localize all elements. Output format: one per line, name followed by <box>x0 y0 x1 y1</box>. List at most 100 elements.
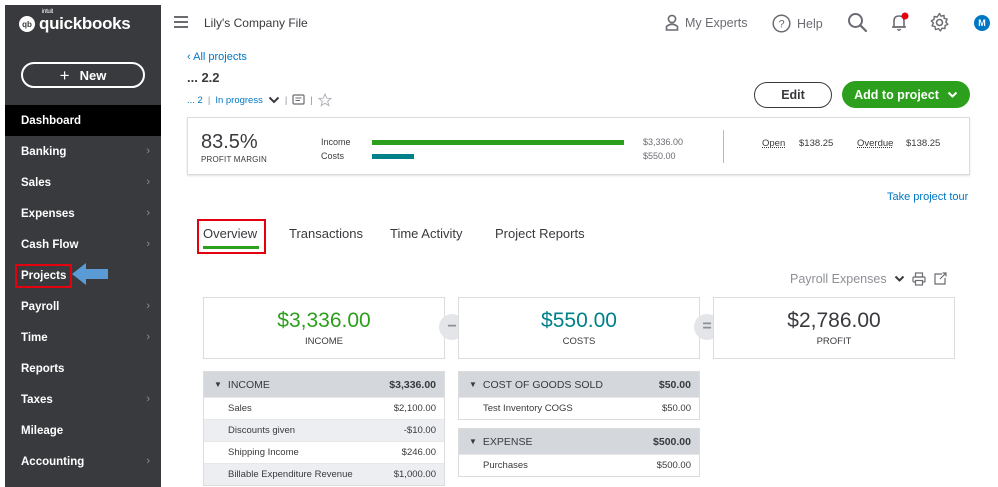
my-experts-label: My Experts <box>685 15 748 30</box>
settings-gear-icon[interactable] <box>929 12 950 33</box>
notifications-icon[interactable] <box>890 12 910 33</box>
chevron-right-icon: › <box>146 300 150 312</box>
income-header-total: $3,336.00 <box>389 378 436 391</box>
table-row[interactable]: Sales $2,100.00 <box>204 397 444 419</box>
sidebar-item-dashboard[interactable]: Dashboard <box>5 105 161 136</box>
notes-icon[interactable] <box>292 94 305 106</box>
collapse-caret-icon: ▼ <box>469 437 477 446</box>
user-avatar[interactable]: M <box>974 15 990 31</box>
cogs-accounts-table: ▼ COST OF GOODS SOLD $50.00 Test Inventor… <box>458 371 700 420</box>
cogs-table-header[interactable]: ▼ COST OF GOODS SOLD $50.00 <box>459 372 699 397</box>
logo-name: quickbooks <box>39 14 131 33</box>
overdue-amount: $138.25 <box>906 138 941 149</box>
sidebar-item-payroll[interactable]: Payroll › <box>5 291 161 322</box>
separator: | <box>284 94 288 106</box>
sidebar-item-cash-flow[interactable]: Cash Flow › <box>5 229 161 260</box>
table-row[interactable]: Discounts given -$10.00 <box>204 419 444 441</box>
account-name: Purchases <box>483 460 528 471</box>
account-name: Sales <box>228 403 252 414</box>
filter-chevron-down-icon[interactable] <box>894 275 905 283</box>
costs-bar <box>372 154 414 159</box>
sidebar-item-label: Dashboard <box>21 114 82 127</box>
separator: | <box>310 94 313 106</box>
menu-icon[interactable] <box>174 16 188 28</box>
sidebar-item-expenses[interactable]: Expenses › <box>5 198 161 229</box>
status-link[interactable]: In progress <box>215 95 263 106</box>
income-total-card: $3,336.00 INCOME <box>203 297 445 359</box>
chevron-right-icon: › <box>146 331 150 343</box>
income-total-amount: $3,336.00 <box>277 309 371 332</box>
company-name: Lily's Company File <box>204 16 308 30</box>
table-row[interactable]: Billable Expenditure Revenue $1,000.00 <box>204 463 444 485</box>
open-label[interactable]: Open <box>762 138 785 149</box>
profit-margin-value: 83.5% <box>201 131 258 153</box>
export-icon[interactable] <box>933 272 947 286</box>
income-accounts-table: ▼ INCOME $3,336.00 Sales $2,100.00 Discount… <box>203 371 445 486</box>
filter-dropdown[interactable]: Payroll Expenses <box>790 272 887 286</box>
edit-button[interactable]: Edit <box>754 82 832 108</box>
expense-header-label: EXPENSE <box>482 435 533 448</box>
sidebar-nav: Dashboard Banking › Sales › Expenses › Cash Flo… <box>5 105 161 477</box>
all-projects-label: All projects <box>193 51 247 63</box>
project-summary-card: 83.5% PROFIT MARGIN Income Costs $3,336.… <box>187 117 970 175</box>
status-chevron-down-icon[interactable] <box>268 96 280 104</box>
sidebar-item-label: Mileage <box>21 424 64 437</box>
my-experts-button[interactable]: My Experts <box>665 14 748 31</box>
cogs-header-label: COST OF GOODS SOLD <box>482 378 603 391</box>
add-to-project-button[interactable]: Add to project <box>842 81 970 108</box>
chevron-right-icon: › <box>146 238 150 250</box>
sidebar-item-label: Payroll <box>21 300 60 313</box>
income-table-header[interactable]: ▼ INCOME $3,336.00 <box>204 372 444 397</box>
sidebar-item-label: Taxes <box>21 393 53 406</box>
account-amount: $1,000.00 <box>393 469 436 480</box>
costs-total-label: COSTS <box>562 336 596 347</box>
table-row[interactable]: Test Inventory COGS $50.00 <box>459 397 699 419</box>
chevron-right-icon: › <box>146 393 150 405</box>
all-projects-link[interactable]: ‹ All projects <box>187 51 247 63</box>
sidebar-item-mileage[interactable]: Mileage <box>5 415 161 446</box>
income-header-label: INCOME <box>227 378 270 391</box>
project-title: ... 2.2 <box>187 70 220 85</box>
quickbooks-logo[interactable]: qb intuit quickbooks <box>19 9 131 34</box>
chevron-down-icon <box>947 91 958 98</box>
tab-project-reports[interactable]: Project Reports <box>495 226 585 241</box>
pointer-arrow-icon <box>72 263 108 285</box>
costs-bar-label: Costs <box>321 151 345 161</box>
tab-time-activity[interactable]: Time Activity <box>390 226 462 241</box>
help-icon: ? <box>772 14 791 33</box>
cogs-header-total: $50.00 <box>658 378 691 391</box>
new-button[interactable]: + New <box>21 62 145 88</box>
search-icon[interactable] <box>847 12 868 33</box>
sidebar-item-reports[interactable]: Reports <box>5 353 161 384</box>
tab-transactions[interactable]: Transactions <box>289 226 363 241</box>
income-bar-amount: $3,336.00 <box>643 137 684 147</box>
favorite-star-icon[interactable] <box>317 93 332 107</box>
sidebar-item-sales[interactable]: Sales › <box>5 167 161 198</box>
qb-logo-icon: qb <box>19 16 35 32</box>
table-row[interactable]: Shipping Income $246.00 <box>204 441 444 463</box>
account-name: Test Inventory COGS <box>483 403 573 414</box>
costs-total-card: $550.00 COSTS <box>458 297 700 359</box>
sidebar-item-taxes[interactable]: Taxes › <box>5 384 161 415</box>
sidebar-item-time[interactable]: Time › <box>5 322 161 353</box>
sidebar: qb intuit quickbooks + New Dashboard Bank… <box>5 5 161 487</box>
parent-project-link[interactable]: ... 2 <box>187 95 203 106</box>
tab-overview[interactable]: Overview <box>203 226 257 241</box>
take-project-tour-link[interactable]: Take project tour <box>887 191 968 203</box>
account-name: Discounts given <box>228 425 296 436</box>
svg-text:?: ? <box>778 19 784 31</box>
income-bar-label: Income <box>321 137 351 147</box>
expense-table-header[interactable]: ▼ EXPENSE $500.00 <box>459 429 699 454</box>
account-amount: $2,100.00 <box>393 403 436 414</box>
sidebar-item-banking[interactable]: Banking › <box>5 136 161 167</box>
profit-total-card: $2,786.00 PROFIT <box>713 297 955 359</box>
print-icon[interactable] <box>911 272 926 286</box>
overdue-label[interactable]: Overdue <box>857 138 893 149</box>
sidebar-item-label: Reports <box>21 362 65 375</box>
chevron-right-icon: › <box>146 145 150 157</box>
sidebar-item-label: Expenses <box>21 207 75 220</box>
table-row[interactable]: Purchases $500.00 <box>459 454 699 476</box>
help-button[interactable]: ? Help <box>772 14 823 33</box>
sidebar-item-accounting[interactable]: Accounting › <box>5 446 161 477</box>
income-total-label: INCOME <box>305 336 343 347</box>
